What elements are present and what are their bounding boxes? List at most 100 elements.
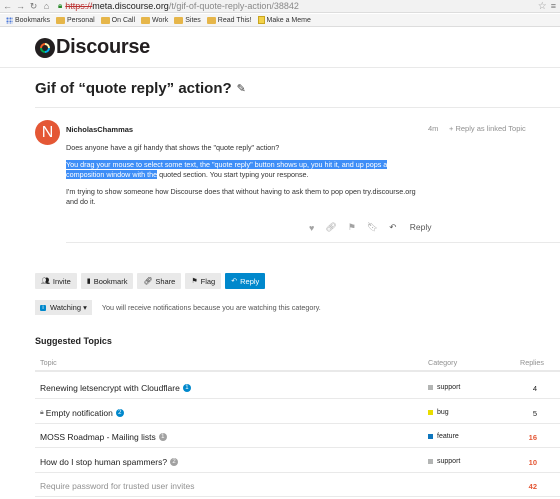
table-row[interactable]: MOSS Roadmap - Mailing lists 1 feature 16 bbox=[35, 424, 560, 448]
post-reply-button[interactable]: ↶ Reply bbox=[389, 222, 442, 233]
bookmark-button[interactable]: ▮ Bookmark bbox=[80, 273, 134, 289]
topic-title-text: Gif of “quote reply” action? bbox=[35, 80, 232, 97]
invite-button[interactable]: 👥︎ Invite bbox=[35, 273, 77, 289]
post-username[interactable]: NicholasChammas bbox=[66, 125, 133, 134]
lock-icon: 🔒︎ bbox=[58, 1, 63, 10]
back-icon[interactable]: ← bbox=[2, 1, 13, 12]
bookmark-work[interactable]: Work bbox=[141, 16, 168, 24]
url-scheme: https:// bbox=[65, 1, 93, 11]
post-age[interactable]: 4m bbox=[428, 124, 438, 133]
users-icon: 👥︎ bbox=[41, 278, 50, 285]
like-icon[interactable]: ♥ bbox=[309, 223, 314, 233]
header-topic[interactable]: Topic bbox=[40, 358, 57, 367]
reply-as-linked-topic[interactable]: + Reply as linked Topic bbox=[449, 124, 526, 133]
reload-icon[interactable]: ↻ bbox=[28, 1, 39, 12]
site-header: Discourse bbox=[0, 28, 560, 68]
apps-icon bbox=[6, 16, 13, 24]
topic-title: Require password for trusted user invite… bbox=[40, 481, 195, 491]
watching-dropdown[interactable]: i Watching ▾ bbox=[35, 300, 92, 315]
bookmark-on-call[interactable]: On Call bbox=[100, 16, 135, 24]
address-bar[interactable]: 🔒︎ https:// meta.discourse.org /t/gif-of… bbox=[58, 1, 560, 12]
folder-icon bbox=[206, 16, 216, 24]
table-row[interactable]: How do I stop human spammers? 2 support 10 bbox=[35, 449, 560, 473]
url-path: /t/gif-of-quote-reply-action/38842 bbox=[168, 1, 299, 11]
flag-icon[interactable]: ⚑ bbox=[348, 222, 356, 233]
reply-count: 10 bbox=[528, 457, 537, 467]
category-name: feature bbox=[437, 433, 459, 440]
pencil-icon[interactable]: ✎ bbox=[237, 82, 246, 95]
bookmarks-bar: Bookmarks Personal On Call Work Sites Re… bbox=[0, 14, 560, 27]
unread-badge[interactable]: 2 bbox=[115, 408, 124, 417]
topic-title: Renewing letsencrypt with Cloudflare bbox=[40, 383, 180, 393]
folder-icon bbox=[141, 16, 150, 24]
title-divider bbox=[35, 107, 560, 108]
flag-button[interactable]: ⚑ Flag bbox=[185, 273, 222, 289]
reply-count: 16 bbox=[528, 433, 537, 442]
site-logo[interactable]: Discourse bbox=[35, 36, 150, 59]
reply-count: 42 bbox=[528, 482, 537, 491]
bookmark-read-this[interactable]: Read This! bbox=[206, 16, 252, 24]
link-icon[interactable]: 🔗︎ bbox=[325, 222, 336, 233]
table-header-divider bbox=[35, 370, 560, 372]
avatar[interactable]: N bbox=[35, 120, 60, 145]
forward-icon[interactable]: → bbox=[15, 1, 26, 12]
post-actions: ♥ 🔗︎ ⚑ 🔖︎ ↶ Reply bbox=[309, 222, 454, 233]
reply-count: 4 bbox=[532, 384, 537, 393]
flag-icon: ⚑ bbox=[191, 278, 198, 285]
bookmark-icon[interactable]: 🔖︎ bbox=[367, 222, 378, 233]
unread-badge[interactable]: 2 bbox=[170, 457, 179, 466]
topic-link[interactable]: Renewing letsencrypt with Cloudflare 1 bbox=[40, 383, 191, 393]
topic-title: Empty notification bbox=[45, 407, 113, 418]
topic-link[interactable]: 🔒︎ Empty notification 2 bbox=[40, 408, 124, 418]
share-button[interactable]: 🔗︎ Share bbox=[137, 273, 182, 289]
bookmark-apps[interactable]: Bookmarks bbox=[6, 16, 50, 24]
notification-reason: You will receive notifications because y… bbox=[101, 303, 321, 312]
category-color-swatch bbox=[428, 409, 433, 415]
bookmark-sites[interactable]: Sites bbox=[174, 16, 201, 24]
logo-text: Discourse bbox=[56, 36, 151, 58]
browser-toolbar: ← → ↻ ⌂ 🔒︎ https:// meta.discourse.org /… bbox=[0, 0, 560, 13]
suggested-topics-heading: Suggested Topics bbox=[35, 336, 112, 346]
link-icon: 🔗︎ bbox=[143, 278, 153, 285]
folder-icon bbox=[56, 16, 66, 24]
bookmark-personal[interactable]: Personal bbox=[56, 16, 95, 24]
folder-icon bbox=[174, 16, 184, 24]
meme-icon bbox=[257, 16, 265, 24]
table-row[interactable]: Require password for trusted user invite… bbox=[35, 473, 560, 497]
topic-title: MOSS Roadmap - Mailing lists bbox=[40, 432, 156, 442]
unread-badge[interactable]: 1 bbox=[158, 433, 167, 441]
lock-icon: 🔒︎ bbox=[40, 408, 44, 416]
header-replies[interactable]: Replies bbox=[520, 358, 544, 367]
topic-title: How do I stop human spammers? bbox=[40, 456, 168, 467]
category-badge[interactable]: support bbox=[428, 458, 460, 465]
info-icon: i bbox=[40, 304, 46, 311]
category-badge[interactable]: bug bbox=[428, 409, 449, 416]
category-badge[interactable]: support bbox=[428, 384, 460, 391]
topic-link[interactable]: How do I stop human spammers? 2 bbox=[40, 456, 179, 467]
menu-icon[interactable]: ≡ bbox=[551, 1, 556, 11]
topic-link[interactable]: Require password for trusted user invite… bbox=[40, 481, 195, 491]
url-host: meta.discourse.org bbox=[92, 1, 169, 11]
category-badge[interactable]: feature bbox=[428, 433, 459, 440]
reply-icon: ↶ bbox=[231, 278, 238, 285]
selected-text[interactable]: You drag your mouse to select some text,… bbox=[66, 160, 388, 169]
reply-icon: ↶ bbox=[389, 222, 399, 232]
bookmark-make-a-meme[interactable]: Make a Meme bbox=[257, 16, 311, 24]
category-color-swatch bbox=[428, 434, 433, 439]
topic-footer-buttons: 👥︎ Invite ▮ Bookmark 🔗︎ Share ⚑ Flag ↶ Reply bbox=[35, 273, 269, 289]
table-row[interactable]: Renewing letsencrypt with Cloudflare 1 sup… bbox=[35, 375, 560, 399]
reply-button[interactable]: ↶ Reply bbox=[225, 273, 266, 289]
home-icon[interactable]: ⌂ bbox=[41, 1, 52, 12]
unread-badge[interactable]: 1 bbox=[182, 384, 191, 392]
selected-text[interactable]: composition window with the bbox=[66, 170, 158, 179]
post-body: Does anyone have a gif handy that shows … bbox=[66, 143, 416, 214]
table-row[interactable]: 🔒︎ Empty notification 2 bug 5 bbox=[35, 400, 560, 424]
header-category[interactable]: Category bbox=[428, 358, 457, 367]
reply-count: 5 bbox=[532, 408, 537, 418]
topic-title: Gif of “quote reply” action? ✎ bbox=[35, 80, 246, 97]
star-icon[interactable]: ☆ bbox=[538, 1, 547, 12]
post-divider bbox=[66, 242, 560, 243]
category-color-swatch bbox=[428, 385, 433, 390]
topic-link[interactable]: MOSS Roadmap - Mailing lists 1 bbox=[40, 432, 167, 442]
post-paragraph: I'm trying to show someone how Discourse… bbox=[66, 187, 416, 206]
